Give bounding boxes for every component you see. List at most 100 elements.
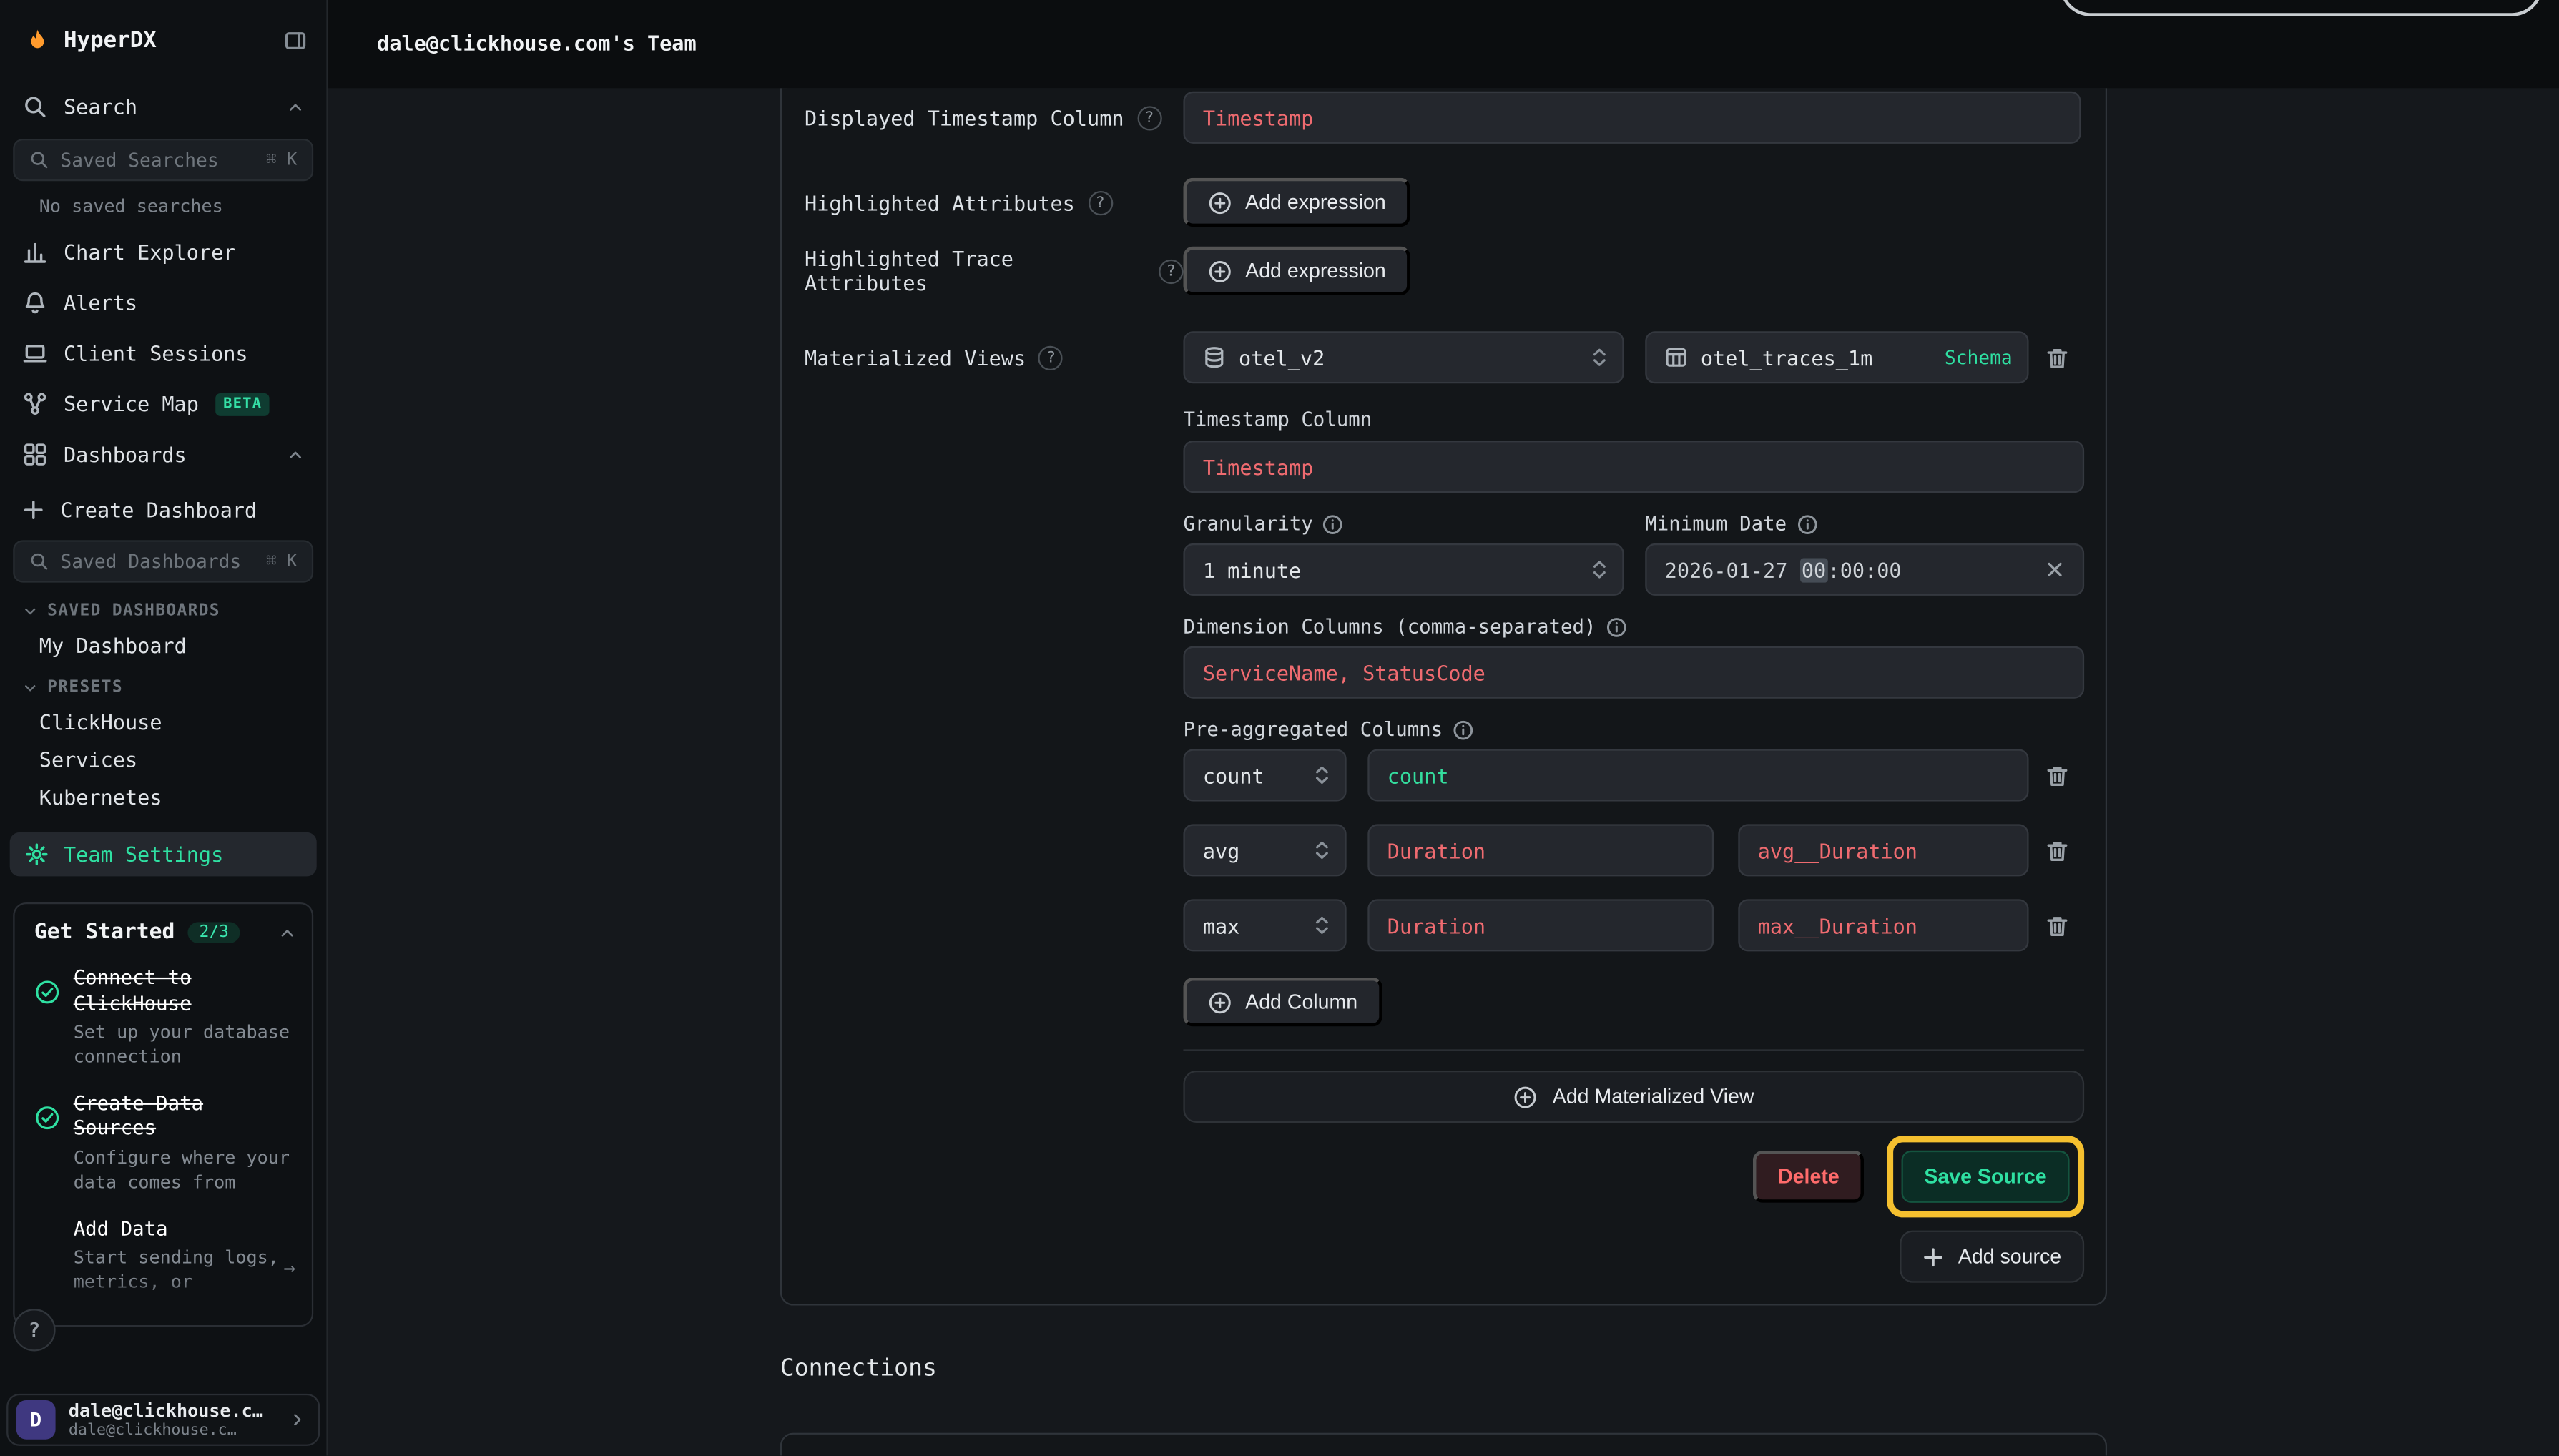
keyboard-shortcut: ⌘ K — [266, 150, 297, 169]
get-started-progress-badge: 2/3 — [188, 922, 240, 943]
sort-chevrons-icon — [1314, 914, 1330, 937]
help-circle-icon[interactable]: ? — [1159, 259, 1183, 283]
delete-view-button[interactable] — [2029, 345, 2085, 370]
plus-circle-icon — [1208, 190, 1232, 215]
displayed-timestamp-label: Displayed Timestamp Column ? — [805, 105, 1183, 129]
expression-input[interactable]: count — [1367, 749, 2028, 801]
timestamp-column-input[interactable]: Timestamp — [1183, 441, 2084, 493]
highlighted-attributes-label: Highlighted Attributes ? — [805, 190, 1183, 215]
plus-circle-icon — [1208, 990, 1232, 1014]
sidebar-item-dashboards[interactable]: Dashboards — [0, 429, 326, 480]
get-started-item-add-data[interactable]: Add Data Start sending logs, metrics, or — [34, 1217, 295, 1296]
info-icon — [1453, 719, 1474, 740]
pre-aggregated-row: max Duration max__Duration — [1183, 899, 2084, 951]
section-presets[interactable]: PRESETS — [23, 679, 326, 697]
saved-dashboards-input[interactable]: Saved Dashboards ⌘ K — [13, 540, 313, 582]
delete-column-button[interactable] — [2029, 913, 2085, 938]
dimension-columns-label: Dimension Columns (comma-separated) — [1183, 615, 2084, 638]
add-source-button[interactable]: Add source — [1900, 1231, 2084, 1283]
granularity-label: Granularity — [1183, 513, 1624, 536]
source-settings-panel: Displayed Timestamp Column ? Timestamp H… — [780, 88, 2107, 1305]
saved-dashboards-placeholder: Saved Dashboards — [60, 550, 255, 573]
chevron-right-icon — [289, 1412, 305, 1428]
help-circle-icon[interactable]: ? — [1137, 105, 1161, 129]
sidebar-item-my-dashboard[interactable]: My Dashboard — [0, 626, 326, 664]
sidebar-item-client-sessions[interactable]: Client Sessions — [0, 328, 326, 379]
info-icon — [1797, 513, 1818, 535]
page-title: dale@clickhouse.com's Team — [377, 0, 697, 88]
sidebar-item-team-settings[interactable]: Team Settings — [10, 832, 317, 877]
app-root: HyperDX Search Saved Searches ⌘ K No sav… — [0, 0, 2559, 1456]
sidebar-item-clickhouse[interactable]: ClickHouse — [0, 704, 326, 741]
sidebar: HyperDX Search Saved Searches ⌘ K No sav… — [0, 0, 328, 1456]
chevron-down-icon — [23, 681, 38, 696]
alias-input[interactable]: max__Duration — [1738, 899, 2028, 951]
expression-input[interactable]: Duration — [1367, 824, 1714, 876]
help-circle-icon[interactable]: ? — [1088, 190, 1112, 215]
add-column-button[interactable]: Add Column — [1183, 978, 1382, 1026]
create-dashboard-button[interactable]: Create Dashboard — [0, 485, 326, 533]
alias-input[interactable]: avg__Duration — [1738, 824, 2028, 876]
sidebar-item-services[interactable]: Services — [0, 741, 326, 778]
search-icon — [29, 551, 49, 571]
help-button[interactable]: ? — [13, 1309, 55, 1351]
get-started-item-sources[interactable]: Create Data Sources Configure where your… — [34, 1091, 295, 1196]
chevron-up-icon[interactable] — [279, 925, 295, 941]
divider — [1183, 1049, 2084, 1051]
sort-chevrons-icon — [1591, 558, 1608, 581]
sidebar-item-alerts[interactable]: Alerts — [0, 277, 326, 328]
selected-segment: 00 — [1800, 557, 1828, 581]
save-source-button[interactable]: Save Source — [1901, 1151, 2069, 1203]
sidebar-item-kubernetes[interactable]: Kubernetes — [0, 779, 326, 816]
minimum-date-input[interactable]: 2026-01-27 00 :00:00 — [1645, 543, 2084, 596]
delete-column-button[interactable] — [2029, 763, 2085, 787]
add-expression-button[interactable]: Add expression — [1183, 178, 1410, 227]
pre-aggregated-columns-label: Pre-aggregated Columns — [1183, 718, 2084, 741]
arrow-right-icon: → — [284, 1256, 296, 1279]
sidebar-item-search[interactable]: Search — [0, 82, 326, 132]
avatar: D — [16, 1400, 56, 1440]
section-saved-dashboards[interactable]: SAVED DASHBOARDS — [23, 602, 326, 620]
get-started-item-connect[interactable]: Connect to ClickHouse Set up your databa… — [34, 966, 295, 1071]
saved-searches-input[interactable]: Saved Searches ⌘ K — [13, 139, 313, 181]
clear-date-button[interactable] — [2045, 560, 2064, 579]
keyboard-shortcut: ⌘ K — [266, 551, 297, 571]
connections-heading: Connections — [780, 1356, 937, 1382]
plus-icon — [23, 498, 44, 520]
granularity-select[interactable]: 1 minute — [1183, 543, 1624, 596]
user-menu[interactable]: D dale@clickhouse.c… dale@clickhouse.c… — [6, 1394, 320, 1446]
pre-aggregated-row: count count — [1183, 749, 2084, 801]
get-started-card: Get Started 2/3 Connect to ClickHouse Se… — [13, 902, 313, 1327]
delete-source-button[interactable]: Delete — [1754, 1151, 1864, 1203]
beta-badge: BETA — [215, 393, 270, 415]
saved-searches-placeholder: Saved Searches — [60, 149, 255, 172]
add-materialized-view-button[interactable]: Add Materialized View — [1183, 1071, 2084, 1123]
displayed-timestamp-input[interactable]: Timestamp — [1183, 92, 2081, 144]
aggregate-fn-select[interactable]: max — [1183, 899, 1346, 951]
database-select[interactable]: otel_v2 — [1183, 331, 1624, 383]
search-icon — [29, 150, 49, 169]
aggregate-fn-select[interactable]: avg — [1183, 824, 1346, 876]
view-select[interactable]: otel_traces_1m Schema — [1645, 331, 2028, 383]
aggregate-fn-select[interactable]: count — [1183, 749, 1346, 801]
collapse-sidebar-icon[interactable] — [284, 29, 307, 52]
dimension-columns-input[interactable]: ServiceName, StatusCode — [1183, 646, 2084, 699]
sort-chevrons-icon — [1591, 346, 1608, 369]
connections-panel — [780, 1433, 2107, 1456]
schema-link[interactable]: Schema — [1945, 346, 2013, 369]
topbar-control-cutoff[interactable] — [2060, 0, 2543, 16]
add-expression-button[interactable]: Add expression — [1183, 247, 1410, 295]
user-email: dale@clickhouse.c… — [69, 1421, 263, 1440]
check-circle-icon — [34, 1105, 61, 1131]
app-title: HyperDX — [64, 28, 271, 54]
expression-input[interactable]: Duration — [1367, 899, 1714, 951]
help-circle-icon[interactable]: ? — [1038, 345, 1063, 370]
spacer — [34, 1217, 61, 1296]
gear-icon — [24, 842, 49, 867]
database-icon — [1203, 346, 1226, 369]
no-saved-searches-text: No saved searches — [39, 196, 327, 217]
delete-column-button[interactable] — [2029, 838, 2085, 862]
sidebar-item-chart-explorer[interactable]: Chart Explorer — [0, 227, 326, 277]
pre-aggregated-row: avg Duration avg__Duration — [1183, 824, 2084, 876]
sidebar-item-service-map[interactable]: Service Map BETA — [0, 378, 326, 429]
